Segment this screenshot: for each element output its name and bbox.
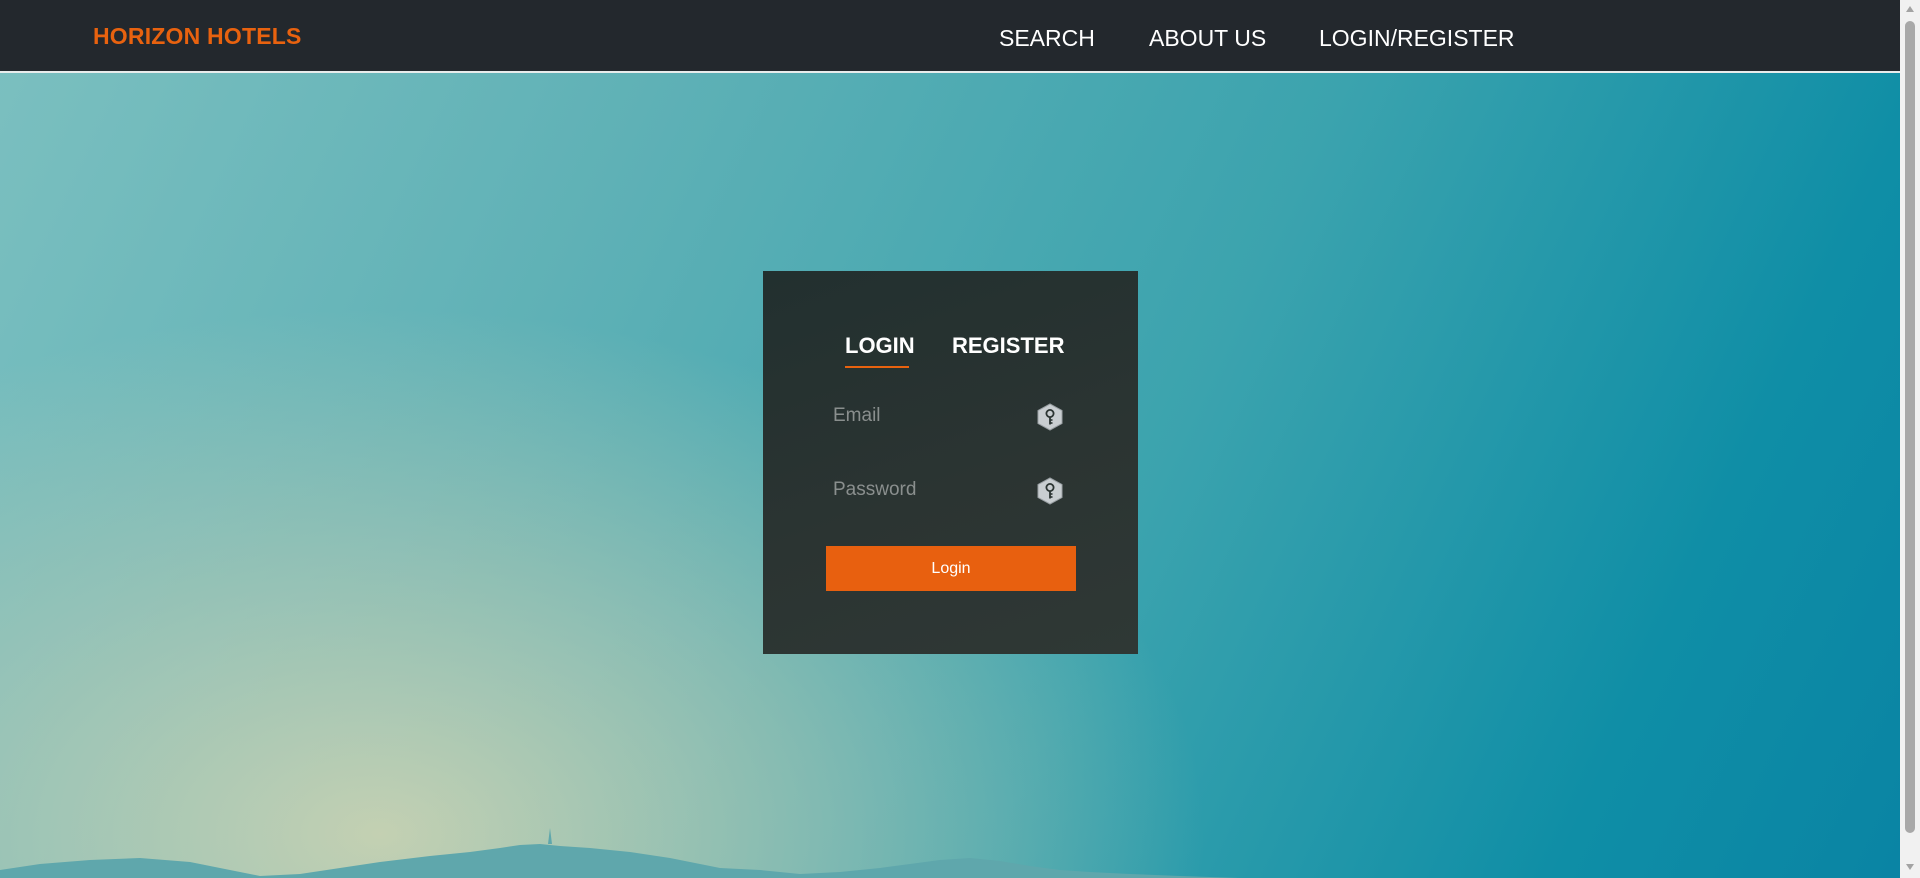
- scroll-up-arrow-icon[interactable]: [1906, 6, 1914, 12]
- tab-login[interactable]: LOGIN: [845, 333, 915, 359]
- nav-link-login-register[interactable]: LOGIN/REGISTER: [1319, 25, 1515, 52]
- scroll-down-arrow-icon[interactable]: [1906, 864, 1914, 870]
- scrollbar-thumb[interactable]: [1905, 21, 1915, 833]
- active-tab-indicator: [845, 366, 909, 368]
- login-button[interactable]: Login: [826, 546, 1076, 591]
- nav-link-about-us[interactable]: ABOUT US: [1149, 25, 1266, 52]
- page-background: HORIZON HOTELS SEARCH ABOUT US LOGIN/REG…: [0, 0, 1900, 878]
- auth-card: LOGIN REGISTER Login: [763, 271, 1138, 654]
- brand-logo[interactable]: HORIZON HOTELS: [93, 23, 302, 50]
- password-field-row: [825, 470, 1078, 510]
- nav-link-search[interactable]: SEARCH: [999, 25, 1095, 52]
- email-field-row: [825, 396, 1078, 436]
- password-input[interactable]: [825, 470, 1025, 510]
- key-icon: [1037, 403, 1063, 431]
- top-navbar: HORIZON HOTELS SEARCH ABOUT US LOGIN/REG…: [0, 0, 1900, 73]
- tab-register[interactable]: REGISTER: [952, 333, 1064, 359]
- key-icon: [1037, 477, 1063, 505]
- vertical-scrollbar[interactable]: [1900, 0, 1920, 878]
- mountain-silhouette: [0, 828, 1240, 878]
- email-input[interactable]: [825, 396, 1025, 436]
